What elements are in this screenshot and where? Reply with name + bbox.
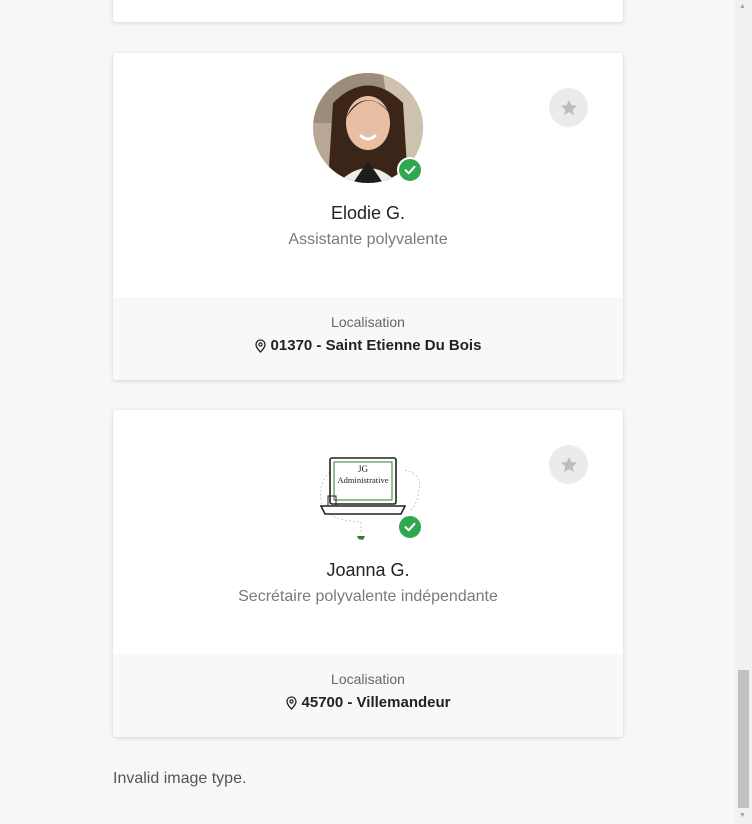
location-value: 45700 - Villemandeur [301, 694, 451, 711]
check-icon [404, 165, 416, 175]
profile-card-header: Elodie G. Assistante polyvalente [113, 53, 623, 297]
logo-text-initials: JG [358, 464, 369, 474]
scroll-down-arrow-icon[interactable]: ▼ [739, 812, 746, 819]
location-value-row: 01370 - Saint Etienne Du Bois [113, 337, 623, 354]
location-value: 01370 - Saint Etienne Du Bois [270, 337, 482, 354]
profile-card[interactable]: Elodie G. Assistante polyvalente Localis… [113, 53, 623, 380]
map-pin-icon [254, 338, 266, 353]
favorite-button[interactable] [549, 88, 588, 127]
star-icon [560, 99, 577, 115]
logo-text-word: Administrative [338, 475, 389, 485]
map-pin-icon [285, 695, 297, 710]
profile-name[interactable]: Elodie G. [113, 203, 623, 224]
profile-card-previous[interactable] [113, 0, 623, 22]
check-icon [404, 522, 416, 532]
vertical-scrollbar[interactable]: ▲ ▼ [735, 0, 752, 824]
verified-badge [397, 157, 423, 183]
location-section: Localisation 01370 - Saint Etienne Du Bo… [113, 297, 623, 380]
star-icon [560, 456, 577, 472]
location-label: Localisation [331, 314, 405, 330]
profile-role: Secrétaire polyvalente indépendante [238, 588, 498, 605]
scrollbar-thumb[interactable] [738, 670, 749, 808]
profile-card-header: JG Administrative Joanna G. Secrétaire p… [113, 410, 623, 654]
scroll-up-arrow-icon[interactable]: ▲ [739, 3, 746, 10]
location-value-row: 45700 - Villemandeur [113, 694, 623, 711]
profile-name[interactable]: Joanna G. [113, 560, 623, 581]
verified-badge [397, 514, 423, 540]
location-section: Localisation 45700 - Villemandeur [113, 654, 623, 737]
favorite-button[interactable] [549, 445, 588, 484]
profile-card[interactable]: JG Administrative Joanna G. Secrétaire p… [113, 410, 623, 737]
profile-role: Assistante polyvalente [288, 231, 448, 248]
error-message: Invalid image type. [113, 770, 247, 787]
location-label: Localisation [331, 671, 405, 687]
